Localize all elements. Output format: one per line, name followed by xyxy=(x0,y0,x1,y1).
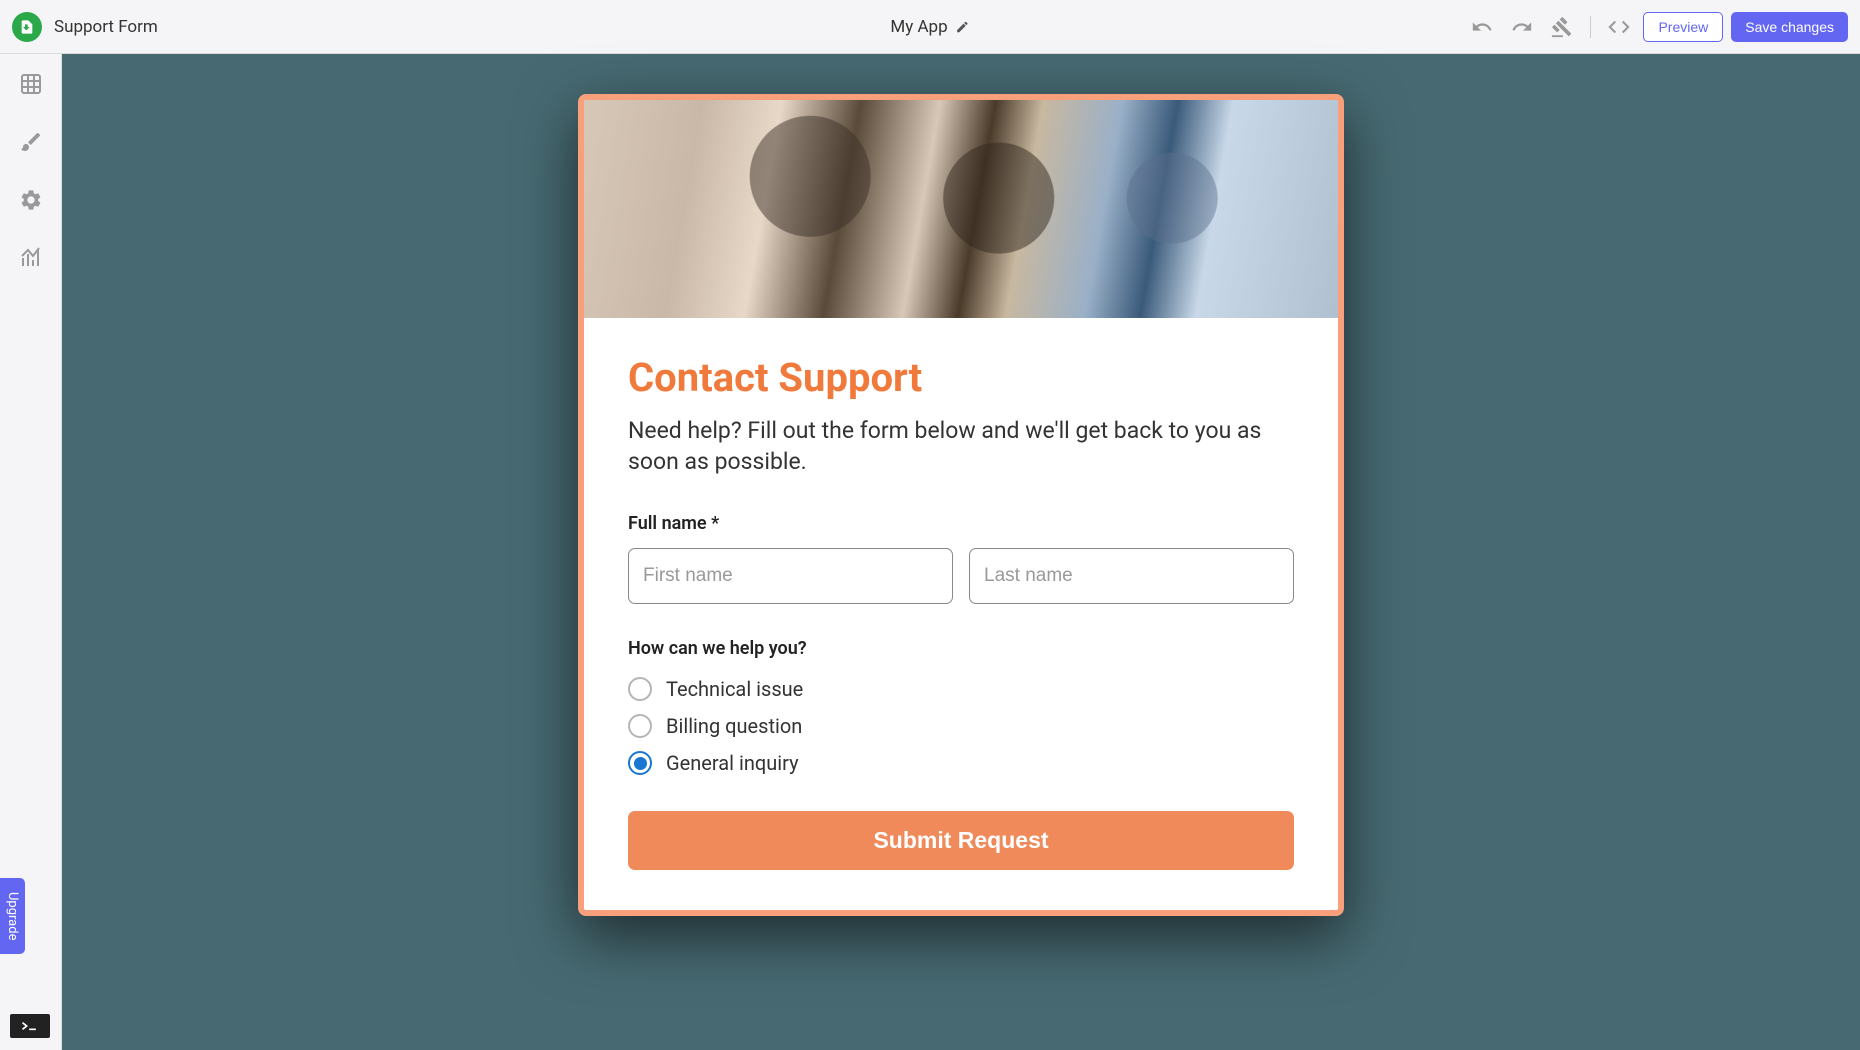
topbar: Support Form My App Preview Save changes xyxy=(0,0,1860,54)
undo-icon xyxy=(1471,16,1493,38)
app-name-container[interactable]: My App xyxy=(890,17,969,37)
undo-button[interactable] xyxy=(1466,11,1498,43)
page-title: Support Form xyxy=(54,17,158,37)
radio-circle xyxy=(628,677,652,701)
radio-circle xyxy=(628,751,652,775)
form-subtitle: Need help? Fill out the form below and w… xyxy=(628,415,1294,477)
hero-image xyxy=(584,100,1338,318)
app-name: My App xyxy=(890,17,947,37)
radio-general-inquiry[interactable]: General inquiry xyxy=(628,751,1294,775)
sidebar-analytics-button[interactable] xyxy=(15,242,47,274)
code-button[interactable] xyxy=(1603,11,1635,43)
form-card[interactable]: Contact Support Need help? Fill out the … xyxy=(578,94,1344,916)
grid-icon xyxy=(19,72,43,96)
logo-icon xyxy=(19,19,35,35)
radio-circle xyxy=(628,714,652,738)
radio-technical-issue[interactable]: Technical issue xyxy=(628,677,1294,701)
divider xyxy=(1590,16,1591,38)
gear-icon xyxy=(19,188,43,212)
submit-button[interactable]: Submit Request xyxy=(628,811,1294,870)
sidebar-brush-button[interactable] xyxy=(15,126,47,158)
radio-label: Billing question xyxy=(666,714,802,738)
sidebar-grid-button[interactable] xyxy=(15,68,47,100)
form-title: Contact Support xyxy=(628,354,1294,401)
chart-icon xyxy=(19,246,43,270)
radio-label: Technical issue xyxy=(666,677,803,701)
console-button[interactable] xyxy=(10,1014,50,1038)
radio-billing-question[interactable]: Billing question xyxy=(628,714,1294,738)
build-button[interactable] xyxy=(1546,11,1578,43)
app-logo[interactable] xyxy=(12,12,42,42)
left-sidebar: Upgrade xyxy=(0,54,62,1050)
redo-button[interactable] xyxy=(1506,11,1538,43)
preview-button[interactable]: Preview xyxy=(1643,12,1723,42)
main: Upgrade Contact Support Need help? Fill … xyxy=(0,54,1860,1050)
radio-label: General inquiry xyxy=(666,751,799,775)
topbar-left: Support Form xyxy=(12,12,1466,42)
redo-icon xyxy=(1511,16,1533,38)
first-name-input[interactable] xyxy=(628,548,953,604)
topbar-right: Preview Save changes xyxy=(1466,11,1848,43)
help-label: How can we help you? xyxy=(628,638,1294,659)
name-row xyxy=(628,548,1294,604)
pencil-icon xyxy=(956,20,970,34)
sidebar-settings-button[interactable] xyxy=(15,184,47,216)
brush-icon xyxy=(19,130,43,154)
radio-group: Technical issue Billing question General… xyxy=(628,677,1294,775)
upgrade-button[interactable]: Upgrade xyxy=(0,878,25,954)
canvas[interactable]: Contact Support Need help? Fill out the … xyxy=(62,54,1860,1050)
terminal-icon xyxy=(20,1020,40,1032)
full-name-label: Full name * xyxy=(628,513,1294,534)
last-name-input[interactable] xyxy=(969,548,1294,604)
code-icon xyxy=(1608,16,1630,38)
gavel-icon xyxy=(1551,16,1573,38)
form-body: Contact Support Need help? Fill out the … xyxy=(584,318,1338,910)
save-button[interactable]: Save changes xyxy=(1731,12,1848,42)
